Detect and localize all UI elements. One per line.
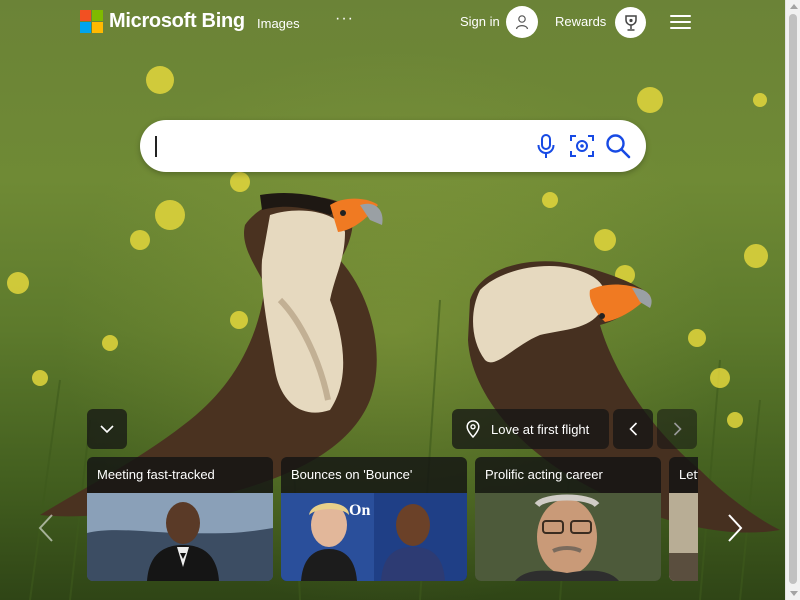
bing-logo[interactable]: Microsoft Bing <box>80 10 245 33</box>
page-scrollbar[interactable] <box>785 0 800 600</box>
search-input[interactable] <box>156 132 516 160</box>
chevron-right-icon <box>673 422 682 436</box>
search-icon[interactable] <box>605 133 631 164</box>
news-card-image: On <box>281 493 467 581</box>
header: Microsoft Bing Images ··· Sign in Reward… <box>0 0 785 44</box>
news-card-title: Prolific acting career <box>485 467 603 482</box>
chevron-left-icon <box>628 422 637 436</box>
scroll-down-arrow-icon[interactable] <box>790 591 798 596</box>
carousel-next-icon[interactable] <box>727 513 743 548</box>
scroll-thumb[interactable] <box>789 14 797 584</box>
carousel-previous-icon[interactable] <box>38 513 54 548</box>
svg-text:On: On <box>349 502 370 519</box>
scroll-up-arrow-icon[interactable] <box>790 4 798 9</box>
news-card-image <box>87 493 273 581</box>
microphone-icon[interactable] <box>535 133 557 164</box>
image-info-button[interactable]: Love at first flight <box>452 409 609 449</box>
news-card[interactable]: Meeting fast-tracked <box>87 457 273 581</box>
next-image-button[interactable] <box>657 409 697 449</box>
image-title: Love at first flight <box>491 421 590 437</box>
visual-search-icon[interactable] <box>569 133 595 164</box>
hamburger-menu-icon[interactable] <box>670 15 691 29</box>
news-card-image <box>669 493 698 581</box>
news-card-title: Lett <box>679 467 698 482</box>
chevron-down-icon <box>100 424 114 433</box>
logo-text: Microsoft Bing <box>109 10 245 32</box>
text-cursor <box>155 136 157 157</box>
news-card-title: Meeting fast-tracked <box>97 467 215 482</box>
news-card-image <box>475 493 661 581</box>
news-card-title: Bounces on 'Bounce' <box>291 467 413 482</box>
news-card[interactable]: Lett <box>669 457 698 581</box>
location-pin-icon <box>466 420 480 438</box>
microsoft-logo-icon <box>80 10 103 33</box>
collapse-feed-button[interactable] <box>87 409 127 449</box>
nav-images-link[interactable]: Images <box>257 16 300 31</box>
sign-in-link[interactable]: Sign in <box>460 14 500 29</box>
user-avatar-icon[interactable] <box>506 6 538 38</box>
news-card[interactable]: Bounces on 'Bounce' On <box>281 457 467 581</box>
rewards-link[interactable]: Rewards <box>555 14 606 29</box>
more-menu-button[interactable]: ··· <box>335 10 354 28</box>
news-carousel: Meeting fast-tracked Bounces on 'Bounce'… <box>87 457 698 581</box>
previous-image-button[interactable] <box>613 409 653 449</box>
news-card[interactable]: Prolific acting career <box>475 457 661 581</box>
rewards-trophy-icon[interactable] <box>615 7 646 38</box>
